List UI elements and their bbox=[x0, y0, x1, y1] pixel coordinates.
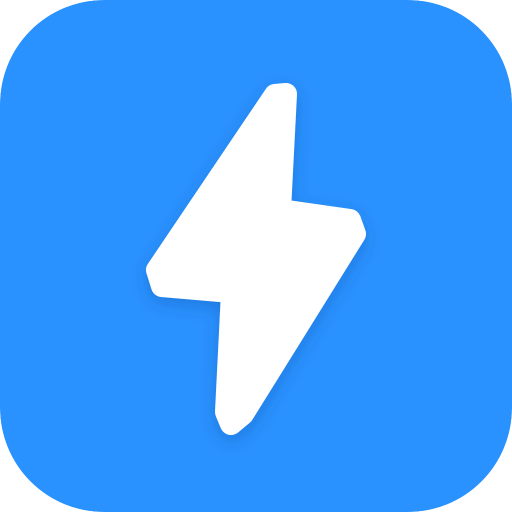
app-icon bbox=[0, 0, 512, 512]
app-icon-graphic bbox=[0, 0, 512, 512]
